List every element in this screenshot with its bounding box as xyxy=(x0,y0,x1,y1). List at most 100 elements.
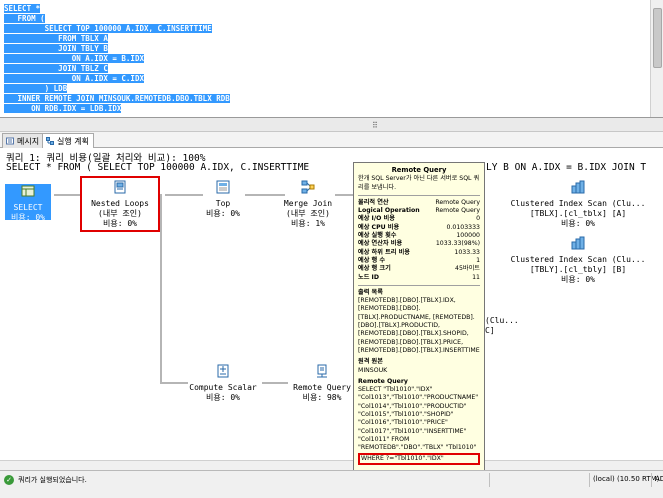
plan-arrow xyxy=(54,194,82,196)
select-operator[interactable]: SELECT 비용: 0% xyxy=(6,184,50,223)
tooltip-property-row: 예상 I/O 비용 0 xyxy=(358,215,480,223)
clustered-index-scan-tblx[interactable]: Clustered Index Scan (Clu... [TBLX].[cl_… xyxy=(508,180,648,229)
property-value: 100000 xyxy=(456,232,480,240)
remote-source-title: 원격 원본 xyxy=(358,358,383,366)
clustered-index-scan-tblz-partial[interactable]: (Clu... C] xyxy=(485,316,519,336)
result-tabs: 메시지 실행 계획 xyxy=(0,132,663,149)
property-value: 45바이트 xyxy=(455,265,480,273)
property-value: 11 xyxy=(472,273,480,281)
operator-cost: 비용: 0% xyxy=(206,209,240,218)
property-value: 1033.33(98%) xyxy=(435,240,480,248)
tab-execution-plan[interactable]: 실행 계획 xyxy=(42,133,94,149)
tooltip-property-row: 예상 CPU 비용 0.0103333 xyxy=(358,224,480,232)
output-list-line: [REMOTEDB].[DBO].[TBLX].PRICE, xyxy=(358,338,464,346)
remote-query-line: "Col1014","Tbl1010"."PRODUCTID" xyxy=(358,402,467,410)
query-editor[interactable]: SELECT * FROM ( SELECT TOP 100000 A.IDX,… xyxy=(0,0,663,118)
output-list-line: [REMOTEDB].[DBO]. xyxy=(358,305,421,313)
top-icon xyxy=(216,180,230,194)
output-list-line: [REMOTEDB].[DBO].[TBLX].INSERTTIME xyxy=(358,346,480,354)
remote-query-line: "Col1015","Tbl1010"."SHOPID" xyxy=(358,411,454,419)
remote-query-title: Remote Query xyxy=(358,377,408,385)
plan-horizontal-scrollbar[interactable] xyxy=(0,460,663,470)
output-list: [REMOTEDB].[DBO].[TBLX].IDX, [REMOTEDB].[… xyxy=(358,297,480,355)
status-bar: ✓ 쿼리가 실행되었습니다. (local) (10.50 RTM) AD xyxy=(0,470,663,498)
tooltip-property-row: 물리적 연산 Remote Query xyxy=(358,199,480,207)
plan-arrow xyxy=(262,382,288,384)
property-key: 물리적 연산 xyxy=(358,198,389,206)
remote-query-line: "Col1013","Tbl1010"."PRODUCTNAME" xyxy=(358,394,479,402)
remote-query-line: SELECT "Tbl1010"."IDX" xyxy=(358,386,433,394)
property-key: 예상 하위 트리 비용 xyxy=(358,248,411,256)
tooltip-property-row: 예상 연산자 비용 1033.33(98%) xyxy=(358,240,480,248)
editor-vertical-scrollbar[interactable] xyxy=(650,0,663,117)
tooltip-property-row: 예상 하위 트리 비용 1033.33 xyxy=(358,249,480,257)
property-key: 예상 I/O 비용 xyxy=(358,215,395,223)
operator-subtitle: (내부 조인) xyxy=(98,209,142,218)
sql-line: FROM ( xyxy=(4,14,45,23)
splitter-grip-icon[interactable]: ⠿ xyxy=(372,121,378,130)
remote-query-line: "Col1016","Tbl1010"."PRICE" xyxy=(358,419,448,427)
messages-icon xyxy=(6,137,14,145)
compute-scalar-icon xyxy=(217,364,229,378)
tooltip-description: 한개 SQL Server가 아닌 다른 서버로 SQL 쿼리를 보냅니다. xyxy=(358,175,480,191)
operator-cost: 비용: 0% xyxy=(561,275,595,284)
remote-query-operator[interactable]: Remote Query 비용: 98% xyxy=(286,364,358,403)
property-key: 예상 연산자 비용 xyxy=(358,240,403,248)
operator-cost: 비용: 0% xyxy=(11,213,45,222)
output-list-title: 출력 목록 xyxy=(358,288,383,296)
sql-line: SELECT TOP 100000 A.IDX, C.INSERTTIME xyxy=(4,24,212,33)
tooltip-properties: 물리적 연산 Remote Query Logical Operation Remot… xyxy=(358,199,480,282)
operator-name: Remote Query xyxy=(293,383,351,392)
tab-label: 메시지 xyxy=(17,137,40,146)
status-user: AD xyxy=(651,473,663,487)
remote-query-text: SELECT "Tbl1010"."IDX" "Col1013","Tbl1010… xyxy=(358,386,480,452)
top-operator[interactable]: Top 비용: 0% xyxy=(196,180,250,219)
clustered-index-scan-tbly[interactable]: Clustered Index Scan (Clu... [TBLY].[cl_… xyxy=(508,236,648,285)
execution-plan-pane[interactable]: 쿼리 1: 쿼리 비용(일괄 처리와 비교): 100% SELECT * FR… xyxy=(0,148,663,470)
tab-messages[interactable]: 메시지 xyxy=(2,133,45,148)
property-value: 0 xyxy=(476,215,480,223)
remote-query-tooltip: Remote Query 한개 SQL Server가 아닌 다른 서버로 SQ… xyxy=(353,162,485,497)
merge-join-operator[interactable]: Merge Join (내부 조인) 비용: 1% xyxy=(276,180,340,229)
operator-name: SELECT xyxy=(13,203,43,212)
sql-line: JOIN TBLZ C xyxy=(4,64,108,73)
operator-cost: 비용: 98% xyxy=(302,393,342,402)
status-message: 쿼리가 실행되었습니다. xyxy=(18,476,87,484)
operator-name: Compute Scalar xyxy=(189,383,257,392)
scrollbar-thumb[interactable] xyxy=(653,8,662,68)
output-list-line: [TBLX].PRODUCTNAME, [REMOTEDB]. xyxy=(358,313,475,321)
operator-cost: 비용: 0% xyxy=(206,393,240,402)
operator-name: Top xyxy=(215,199,231,208)
operator-cost: 비용: 1% xyxy=(291,219,325,228)
tab-label: 실행 계획 xyxy=(57,137,89,146)
sql-line: ON A.IDX = C.IDX xyxy=(4,74,144,83)
execution-plan-icon xyxy=(46,137,54,145)
nested-loops-operator[interactable]: Nested Loops (내부 조인) 비용: 0% xyxy=(82,180,158,229)
operator-cost: 비용: 0% xyxy=(561,219,595,228)
property-key: 노드 ID xyxy=(358,273,379,281)
remote-query-icon xyxy=(317,364,327,378)
query-text-header: SELECT * FROM ( SELECT TOP 100000 A.IDX,… xyxy=(6,162,310,173)
operator-name: Nested Loops xyxy=(91,199,149,208)
remote-source-value: MINSOUK xyxy=(358,366,388,374)
sql-line: ON A.IDX = B.IDX xyxy=(4,54,144,63)
sql-line: INNER REMOTE JOIN MINSOUK.REMOTEDB.DBO.T… xyxy=(4,94,230,103)
query-text-header-tail: LY B ON A.IDX = B.IDX JOIN T xyxy=(486,162,647,173)
clustered-index-scan-icon xyxy=(571,236,585,250)
sql-line: ) LDB xyxy=(4,84,68,93)
property-value: Remote Query xyxy=(435,198,480,206)
property-key: 예상 CPU 비용 xyxy=(358,223,400,231)
property-value: Remote Query xyxy=(435,207,480,215)
remote-query-line: "Col1017","Tbl1010"."INSERTTIME" xyxy=(358,427,467,435)
tooltip-property-row: 예상 행 크기 45바이트 xyxy=(358,265,480,273)
sql-line: ON RDB.IDX = LDB.IDX xyxy=(4,104,122,113)
property-key: 예상 행 크기 xyxy=(358,265,391,273)
operator-name: Clustered Index Scan (Clu... xyxy=(510,199,646,208)
compute-scalar-operator[interactable]: Compute Scalar 비용: 0% xyxy=(184,364,262,403)
operator-cost: 비용: 0% xyxy=(103,219,137,228)
output-list-line: [REMOTEDB].[DBO].[TBLX].IDX, xyxy=(358,297,456,305)
sql-line: JOIN TBLY B xyxy=(4,44,108,53)
operator-object: C] xyxy=(485,326,495,335)
operator-name: Clustered Index Scan (Clu... xyxy=(510,255,646,264)
pane-splitter[interactable]: ⠿ xyxy=(0,118,663,132)
